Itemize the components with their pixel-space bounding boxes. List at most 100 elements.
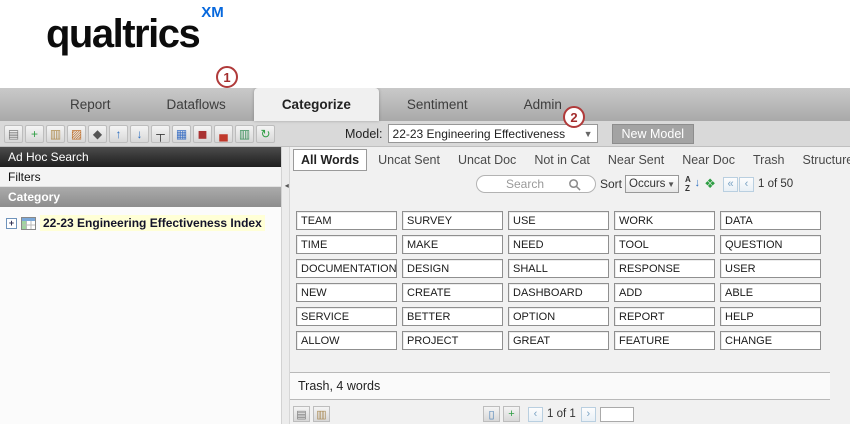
grid-icon[interactable]: ▦ [172, 125, 191, 143]
prev-page-button[interactable]: ‹ [739, 177, 754, 192]
tab-near-doc[interactable]: Near Doc [675, 149, 742, 171]
tab-uncat-sent[interactable]: Uncat Sent [371, 149, 447, 171]
adhoc-search-header[interactable]: Ad Hoc Search [0, 147, 281, 167]
word-chip[interactable]: FEATURE [614, 331, 715, 350]
word-chip[interactable]: NEW [296, 283, 397, 302]
trash-icon[interactable]: ▯ [483, 406, 500, 422]
bottom-page-input[interactable] [600, 407, 634, 422]
tab-not-in-cat[interactable]: Not in Cat [527, 149, 597, 171]
export-document-icon[interactable]: ▥ [46, 125, 65, 143]
model-label: Model: [345, 127, 383, 141]
word-chip[interactable]: CHANGE [720, 331, 821, 350]
tab-uncat-doc[interactable]: Uncat Doc [451, 149, 523, 171]
bottom-pagination-text: 1 of 1 [547, 408, 576, 420]
nav-tab-categorize[interactable]: Categorize [254, 88, 379, 121]
image-icon[interactable]: ▨ [67, 125, 86, 143]
tab-near-sent[interactable]: Near Sent [601, 149, 671, 171]
export-icon[interactable]: ▥ [313, 406, 330, 422]
refresh-icon[interactable]: ↻ [256, 125, 275, 143]
toolbar: ▤+▥▨◆↑↓┬▦◼▄▥↻ Model: 22-23 Engineering E… [0, 121, 850, 147]
add-icon[interactable]: + [503, 406, 520, 422]
category-tree-item[interactable]: + 22-23 Engineering Effectiveness Index [0, 207, 281, 239]
content-area: Ad Hoc Search Filters Category + 22-23 E… [0, 147, 850, 424]
sidebar: Ad Hoc Search Filters Category + 22-23 E… [0, 147, 282, 424]
word-chip[interactable]: TEAM [296, 211, 397, 230]
word-grid: TEAM SURVEY USE WORK DATA TIME MAKE NEED TOOL QUE… [296, 211, 826, 350]
hierarchy-icon[interactable]: ┬ [151, 125, 170, 143]
word-chip[interactable]: DESIGN [402, 259, 503, 278]
word-chip[interactable]: DOCUMENTATION [296, 259, 397, 278]
word-chip[interactable]: GREAT [508, 331, 609, 350]
primary-nav-tabbar: ReportDataflowsCategorizeSentimentAdmin [0, 88, 850, 121]
word-chip[interactable]: REPORT [614, 307, 715, 326]
filters-row[interactable]: Filters [0, 167, 281, 187]
app-header: qualtricsXM [0, 0, 850, 88]
word-chip[interactable]: MAKE [402, 235, 503, 254]
word-view-tabbar: All WordsUncat SentUncat DocNot in CatNe… [290, 147, 850, 171]
pagination-text: 1 of 50 [758, 178, 793, 190]
search-box[interactable] [476, 175, 596, 193]
word-chip[interactable]: USE [508, 211, 609, 230]
category-header: Category [0, 187, 281, 207]
search-input[interactable] [482, 176, 568, 192]
refresh-green-icon[interactable]: ❖ [702, 176, 718, 192]
word-chip[interactable]: PROJECT [402, 331, 503, 350]
logo-wordmark: qualtrics [46, 12, 199, 56]
word-chip[interactable]: TOOL [614, 235, 715, 254]
word-chip[interactable]: BETTER [402, 307, 503, 326]
word-chip[interactable]: SERVICE [296, 307, 397, 326]
report-icon[interactable]: ▥ [235, 125, 254, 143]
word-controls-row: Sort Occurs ▼ AZ↓ ❖ « ‹ 1 of 50 [290, 171, 850, 197]
word-chip[interactable]: ALLOW [296, 331, 397, 350]
pdf-icon[interactable]: ▄ [214, 125, 233, 143]
word-chip[interactable]: WORK [614, 211, 715, 230]
nav-tab-dataflows[interactable]: Dataflows [139, 88, 254, 121]
panel-divider[interactable]: ◂ [282, 147, 290, 424]
word-chip[interactable]: SHALL [508, 259, 609, 278]
arrow-down-icon[interactable]: ↓ [130, 125, 149, 143]
annotation-circle-1: 1 [216, 66, 238, 88]
model-select[interactable]: 22-23 Engineering Effectiveness ▼ [388, 124, 598, 143]
word-chip[interactable]: TIME [296, 235, 397, 254]
nav-tab-sentiment[interactable]: Sentiment [379, 88, 496, 121]
word-chip[interactable]: DASHBOARD [508, 283, 609, 302]
briefcase-icon[interactable]: ◼ [193, 125, 212, 143]
bottom-next-page-button[interactable]: › [581, 407, 596, 422]
word-chip[interactable]: NEED [508, 235, 609, 254]
new-model-button[interactable]: New Model [612, 124, 695, 144]
main-panel: All WordsUncat SentUncat DocNot in CatNe… [290, 147, 850, 424]
save-icon[interactable]: ▤ [4, 125, 23, 143]
sort-az-icon[interactable]: AZ↓ [684, 176, 700, 192]
word-chip[interactable]: CREATE [402, 283, 503, 302]
sort-label: Sort [600, 177, 622, 191]
bottom-prev-page-button[interactable]: ‹ [528, 407, 543, 422]
search-icon[interactable] [568, 178, 581, 191]
add-document-icon[interactable]: + [25, 125, 44, 143]
nav-tab-report[interactable]: Report [42, 88, 139, 121]
word-chip[interactable]: DATA [720, 211, 821, 230]
tab-all-words[interactable]: All Words [293, 149, 367, 171]
word-chip[interactable]: ADD [614, 283, 715, 302]
sort-select-value: Occurs [629, 178, 665, 190]
tab-trash[interactable]: Trash [746, 149, 792, 171]
save-icon[interactable]: ▤ [293, 406, 310, 422]
annotation-circle-2: 2 [563, 106, 585, 128]
first-page-button[interactable]: « [723, 177, 738, 192]
arrow-up-icon[interactable]: ↑ [109, 125, 128, 143]
word-chip[interactable]: SURVEY [402, 211, 503, 230]
tab-structure[interactable]: Structure [795, 149, 850, 171]
word-chip[interactable]: ABLE [720, 283, 821, 302]
logo-xm-badge: XM [201, 4, 224, 21]
word-chip[interactable]: USER [720, 259, 821, 278]
tree-item-label[interactable]: 22-23 Engineering Effectiveness Index [40, 215, 265, 231]
tag-icon[interactable]: ◆ [88, 125, 107, 143]
word-chip[interactable]: RESPONSE [614, 259, 715, 278]
word-chip[interactable]: OPTION [508, 307, 609, 326]
sort-select[interactable]: Occurs ▼ [625, 175, 679, 193]
expand-icon[interactable]: + [6, 218, 17, 229]
word-chip[interactable]: QUESTION [720, 235, 821, 254]
word-chip[interactable]: HELP [720, 307, 821, 326]
bottom-toolbar: ▤▥ ▯+ ‹ 1 of 1 › [290, 406, 830, 422]
chevron-down-icon: ▼ [584, 129, 593, 139]
model-select-value: 22-23 Engineering Effectiveness [393, 127, 566, 141]
